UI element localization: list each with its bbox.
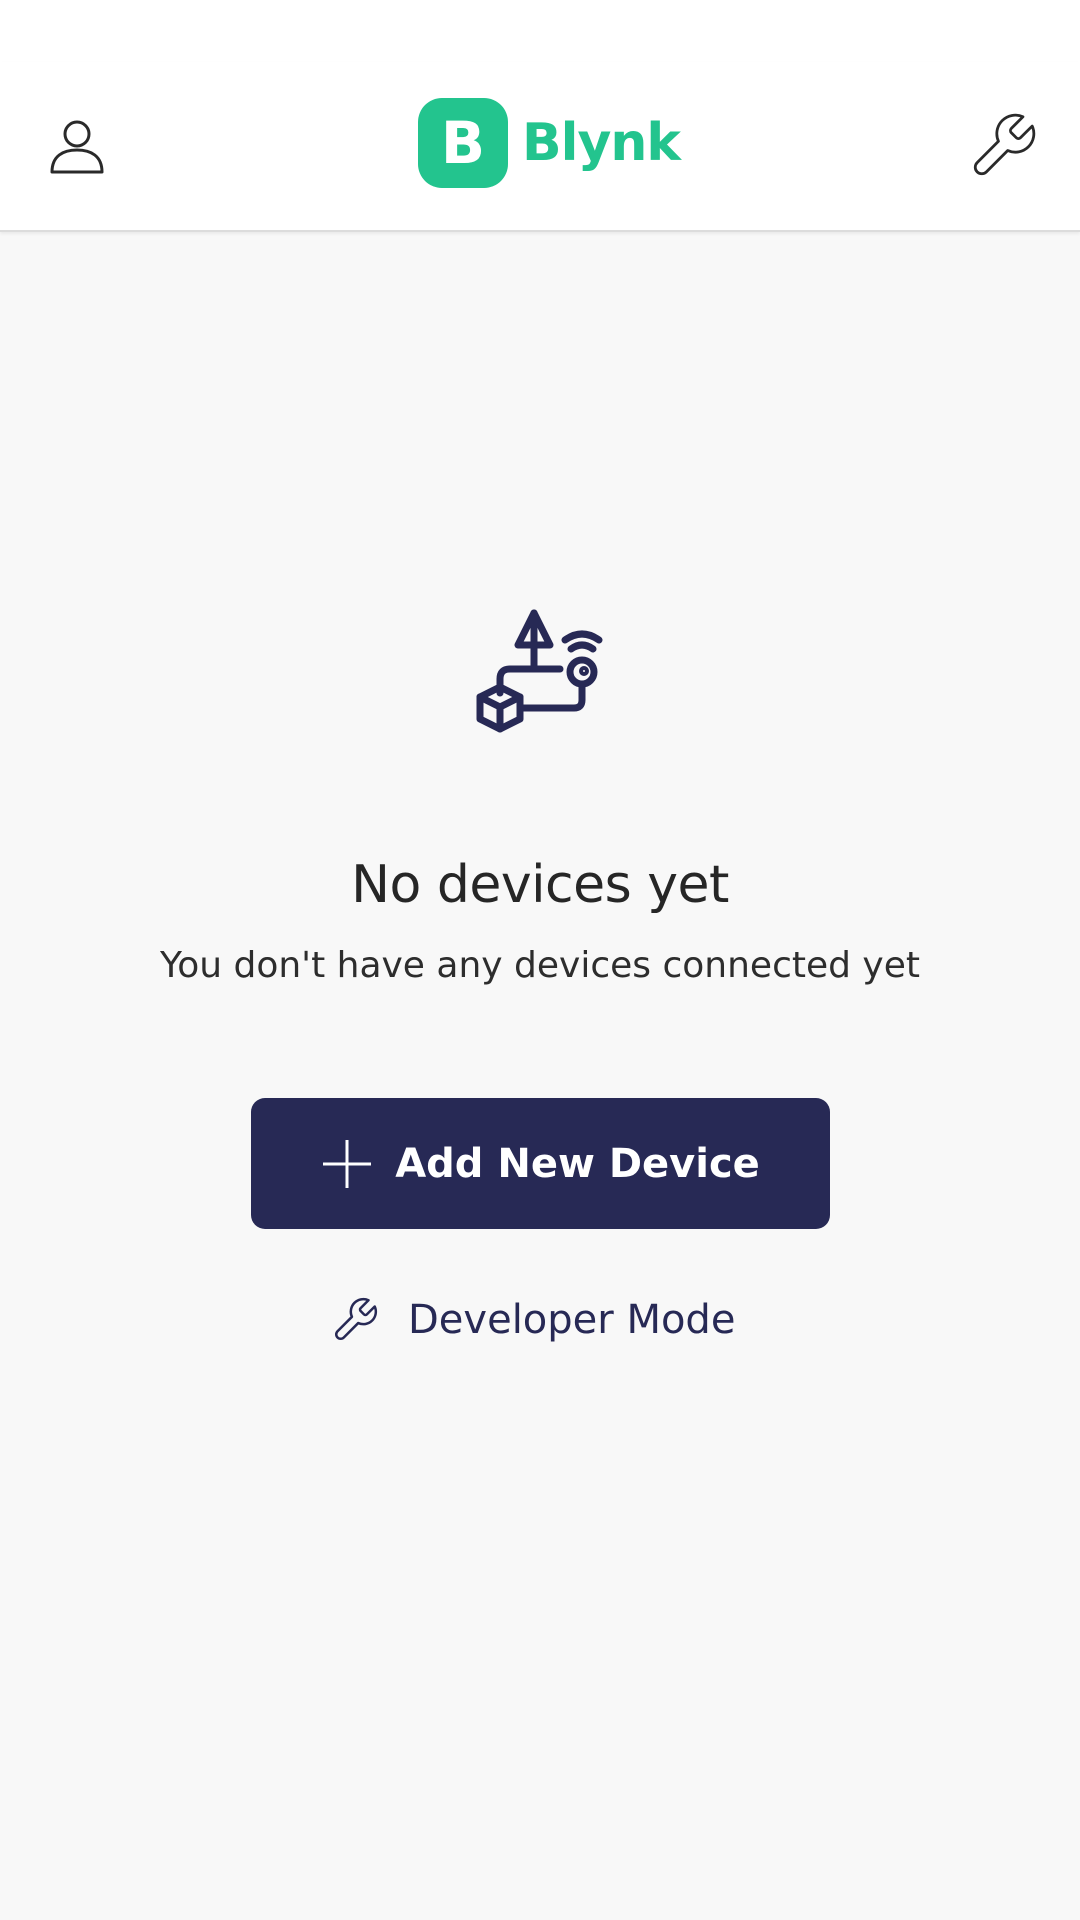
profile-button[interactable]	[29, 98, 125, 194]
empty-state-title: No devices yet	[351, 855, 729, 915]
settings-button[interactable]	[955, 98, 1051, 194]
add-new-device-button[interactable]: Add New Device	[251, 1098, 830, 1229]
devices-network-icon	[476, 609, 603, 733]
user-icon	[50, 120, 104, 174]
logo-wordmark: Blynk	[522, 113, 681, 173]
status-bar	[0, 0, 1080, 62]
wrench-icon	[335, 1297, 378, 1340]
plus-icon	[323, 1139, 372, 1188]
logo-letter: B	[440, 109, 486, 177]
add-new-device-label: Add New Device	[395, 1140, 760, 1187]
app-header: B Blynk	[0, 62, 1080, 232]
blynk-logo: B Blynk	[418, 98, 681, 188]
wrench-icon	[973, 113, 1036, 176]
empty-state-subtitle: You don't have any devices connected yet	[159, 945, 920, 986]
developer-mode-label: Developer Mode	[408, 1297, 736, 1343]
logo-mark: B	[418, 98, 508, 188]
developer-mode-link[interactable]: Developer Mode	[330, 1290, 735, 1350]
